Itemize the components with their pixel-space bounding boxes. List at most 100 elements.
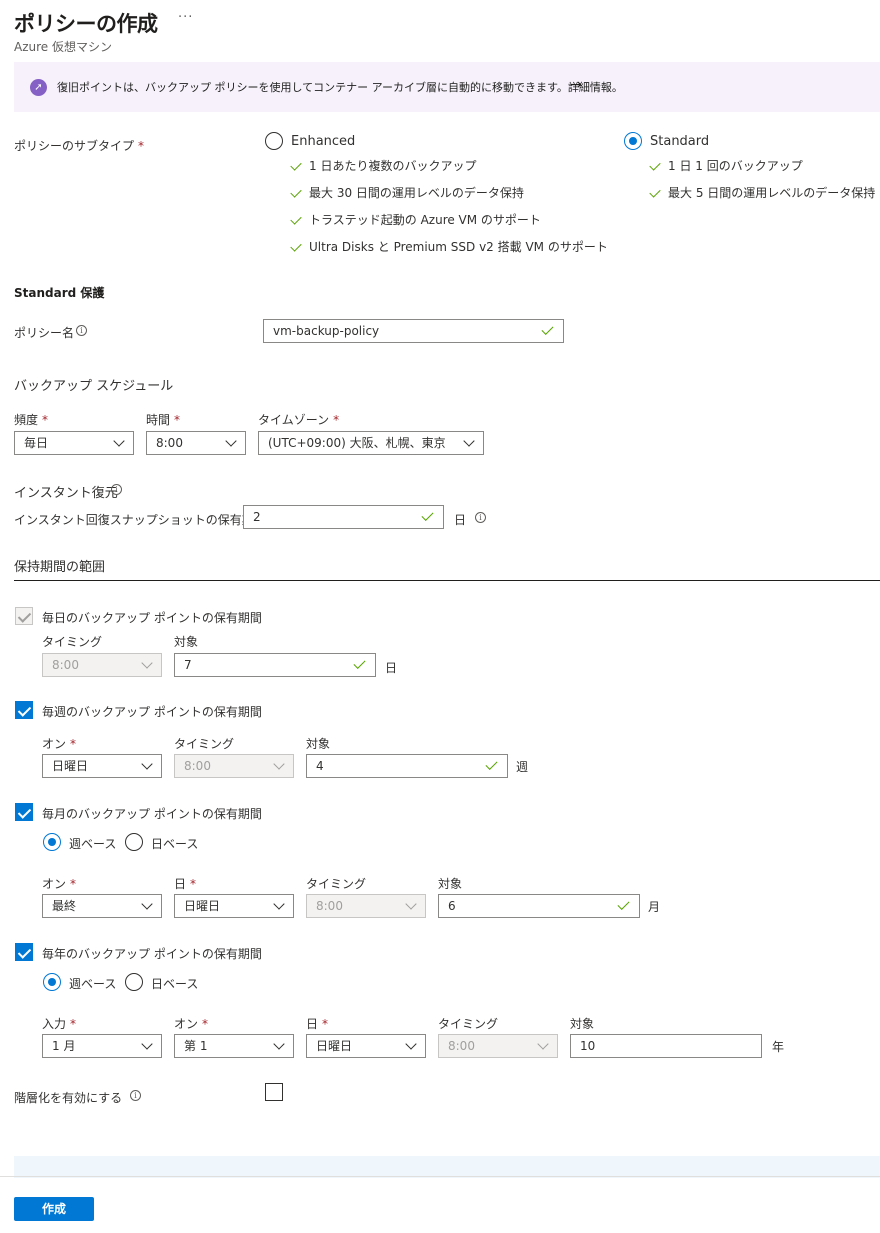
daily-retention-checkbox[interactable] <box>15 607 33 625</box>
create-button[interactable]: 作成 <box>14 1197 94 1221</box>
arrow-right-icon[interactable]: → <box>570 77 582 93</box>
yearly-week-based-label[interactable]: 週ベース <box>69 975 116 992</box>
page-title: ポリシーの作成 <box>14 12 158 36</box>
weekly-target-label: 対象 <box>306 737 331 751</box>
valid-check-icon <box>485 757 498 771</box>
monthly-on-label: オン * <box>42 877 77 891</box>
daily-target-input[interactable]: 7 <box>174 653 376 677</box>
monthly-day-based-radio[interactable] <box>125 833 143 851</box>
chevron-down-icon <box>405 898 417 910</box>
valid-check-icon <box>541 322 554 336</box>
check-icon <box>290 240 302 252</box>
weekly-retention-label: 毎週のバックアップ ポイントの保有期間 <box>42 705 262 719</box>
yearly-on-select[interactable]: 第 1 <box>174 1034 294 1058</box>
chevron-down-icon <box>463 435 475 447</box>
monthly-retention-checkbox[interactable] <box>15 803 33 821</box>
yearly-retention-checkbox[interactable] <box>15 943 33 961</box>
footer-divider <box>0 1176 880 1177</box>
yearly-on-label: オン * <box>174 1017 209 1031</box>
timezone-select[interactable]: (UTC+09:00) 大阪、札幌、東京 <box>258 431 484 455</box>
monthly-target-label: 対象 <box>438 877 463 891</box>
info-icon[interactable]: i <box>130 1090 141 1101</box>
rocket-icon: ➚ <box>30 79 47 96</box>
frequency-select[interactable]: 毎日 <box>14 431 134 455</box>
standard-label[interactable]: Standard <box>650 134 709 149</box>
schedule-title: バックアップ スケジュール <box>14 379 174 394</box>
retention-range-title: 保持期間の範囲 <box>14 560 106 575</box>
snapshot-retention-input[interactable]: 2 <box>243 505 444 529</box>
yearly-month-select[interactable]: 1 月 <box>42 1034 162 1058</box>
yearly-day-based-radio[interactable] <box>125 973 143 991</box>
yearly-timing-label: タイミング <box>438 1017 499 1031</box>
chevron-down-icon <box>141 758 153 770</box>
yearly-day-based-label[interactable]: 日ベース <box>151 975 198 992</box>
monthly-unit: 月 <box>648 900 661 914</box>
monthly-on-select[interactable]: 最終 <box>42 894 162 918</box>
chevron-down-icon <box>113 435 125 447</box>
enhanced-label[interactable]: Enhanced <box>291 134 355 149</box>
weekly-target-input[interactable]: 4 <box>306 754 508 778</box>
info-banner: ➚ 復旧ポイントは、バックアップ ポリシーを使用してコンテナー アーカイブ層に自… <box>14 62 880 112</box>
monthly-retention-label: 毎月のバックアップ ポイントの保有期間 <box>42 807 262 821</box>
monthly-week-based-label[interactable]: 週ベース <box>69 835 116 852</box>
chevron-down-icon <box>273 1038 285 1050</box>
monthly-target-input[interactable]: 6 <box>438 894 640 918</box>
standard-feature: 最大 5 日間の運用レベルのデータ保持 <box>649 184 875 201</box>
yearly-timing-select[interactable]: 8:00 <box>438 1034 558 1058</box>
monthly-day-based-label[interactable]: 日ベース <box>151 835 198 852</box>
info-icon[interactable]: i <box>111 484 122 495</box>
yearly-week-based-radio[interactable] <box>43 973 61 991</box>
monthly-week-based-radio[interactable] <box>43 833 61 851</box>
monthly-day-select[interactable]: 日曜日 <box>174 894 294 918</box>
weekly-unit: 週 <box>516 760 529 774</box>
check-icon <box>290 213 302 225</box>
yearly-unit: 年 <box>772 1040 785 1054</box>
weekly-on-label: オン * <box>42 737 77 751</box>
yearly-target-label: 対象 <box>570 1017 595 1031</box>
enhanced-feature: Ultra Disks と Premium SSD v2 搭載 VM のサポート <box>290 238 608 255</box>
snapshot-unit: 日 <box>454 513 467 527</box>
check-icon <box>290 159 302 171</box>
yearly-day-select[interactable]: 日曜日 <box>306 1034 426 1058</box>
monthly-day-label: 日 * <box>174 877 197 891</box>
chevron-down-icon <box>141 898 153 910</box>
daily-retention-label: 毎日のバックアップ ポイントの保有期間 <box>42 611 262 625</box>
snapshot-retention-label: インスタント回復スナップショットの保有期間 <box>14 513 266 527</box>
protection-title: Standard 保護 <box>14 286 105 300</box>
tiering-checkbox[interactable] <box>265 1083 283 1101</box>
weekly-on-select[interactable]: 日曜日 <box>42 754 162 778</box>
chevron-down-icon <box>141 1038 153 1050</box>
time-label: 時間 * <box>146 413 181 427</box>
info-icon[interactable]: i <box>76 325 87 336</box>
daily-timing-select[interactable]: 8:00 <box>42 653 162 677</box>
weekly-timing-label: タイミング <box>174 737 235 751</box>
frequency-label: 頻度 * <box>14 413 49 427</box>
info-icon[interactable]: i <box>475 512 486 523</box>
monthly-timing-label: タイミング <box>306 877 367 891</box>
standard-feature: 1 日 1 回のバックアップ <box>649 157 803 174</box>
check-icon <box>649 159 661 171</box>
divider <box>14 580 880 581</box>
enhanced-feature: トラステッド起動の Azure VM のサポート <box>290 211 541 228</box>
daily-target-label: 対象 <box>174 635 199 649</box>
banner-text[interactable]: 復旧ポイントは、バックアップ ポリシーを使用してコンテナー アーカイブ層に自動的… <box>57 79 623 95</box>
subtype-label: ポリシーのサブタイプ * <box>14 139 145 153</box>
enhanced-radio[interactable] <box>265 132 283 150</box>
daily-timing-label: タイミング <box>42 635 103 649</box>
enhanced-feature: 1 日あたり複数のバックアップ <box>290 157 476 174</box>
weekly-retention-checkbox[interactable] <box>15 701 33 719</box>
policy-name-input[interactable]: vm-backup-policy <box>263 319 564 343</box>
enhanced-feature: 最大 30 日間の運用レベルのデータ保持 <box>290 184 524 201</box>
yearly-retention-label: 毎年のバックアップ ポイントの保有期間 <box>42 947 262 961</box>
monthly-timing-select[interactable]: 8:00 <box>306 894 426 918</box>
valid-check-icon <box>353 656 366 670</box>
check-icon <box>290 186 302 198</box>
more-options-button[interactable]: ··· <box>178 10 193 25</box>
weekly-timing-select[interactable]: 8:00 <box>174 754 294 778</box>
yearly-target-input[interactable]: 10 <box>570 1034 762 1058</box>
daily-unit: 日 <box>385 661 398 675</box>
chevron-down-icon <box>141 657 153 669</box>
time-select[interactable]: 8:00 <box>146 431 246 455</box>
standard-radio[interactable] <box>624 132 642 150</box>
chevron-down-icon <box>405 1038 417 1050</box>
